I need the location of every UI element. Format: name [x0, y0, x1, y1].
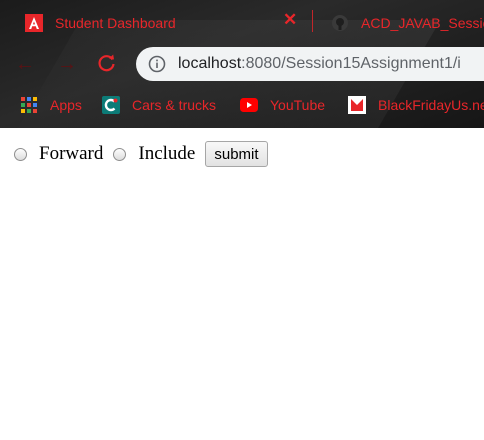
- bookmark-label: YouTube: [270, 97, 326, 113]
- address-bar[interactable]: localhost:8080/Session15Assignment1/i: [136, 47, 484, 81]
- tab-divider: [312, 10, 313, 32]
- option-form: Forward Include submit: [14, 140, 268, 168]
- bookmark-blackfriday[interactable]: BlackFridayUs.ne: [348, 95, 484, 115]
- include-label: Include: [138, 143, 196, 164]
- apps-grid-icon: [20, 96, 38, 114]
- bookmark-apps[interactable]: Apps: [20, 95, 82, 115]
- navigation-toolbar: ← → localhost:8080/Session15Assignment1/…: [0, 44, 484, 84]
- bookmarks-bar: Apps Cars & trucks YouTube BlackFridayUs…: [0, 90, 484, 120]
- back-arrow-icon[interactable]: ←: [14, 53, 36, 75]
- close-tab-icon[interactable]: ✕: [283, 11, 297, 29]
- bookmark-label: Cars & trucks: [132, 97, 217, 113]
- bookmark-label: Apps: [50, 97, 82, 113]
- blackfriday-icon: [348, 96, 366, 114]
- forward-arrow-icon[interactable]: →: [56, 53, 78, 75]
- page-content: Forward Include submit: [0, 128, 484, 440]
- angular-logo-icon: [25, 14, 43, 32]
- bookmark-cars-trucks[interactable]: Cars & trucks: [102, 95, 216, 115]
- github-icon: [331, 14, 349, 32]
- forward-label: Forward: [39, 143, 104, 164]
- info-icon[interactable]: [148, 55, 166, 73]
- reload-icon[interactable]: [96, 53, 118, 75]
- tab-acd-javab-session[interactable]: ACD_JAVAB_Session: [318, 6, 484, 40]
- bookmark-label: BlackFridayUs.ne: [378, 97, 484, 113]
- tab-strip: Student Dashboard ✕ ACD_JAVAB_Session: [0, 0, 484, 42]
- cars-trucks-icon: [102, 96, 120, 114]
- url-path: :8080/Session15Assignment1/i: [241, 55, 461, 72]
- tab-title: Student Dashboard: [55, 15, 176, 31]
- browser-chrome: Student Dashboard ✕ ACD_JAVAB_Session ← …: [0, 0, 484, 128]
- tab-student-dashboard[interactable]: Student Dashboard: [12, 6, 312, 40]
- bookmark-youtube[interactable]: YouTube: [240, 95, 325, 115]
- forward-radio[interactable]: [14, 147, 27, 161]
- include-radio[interactable]: [113, 147, 127, 161]
- youtube-icon: [240, 96, 258, 114]
- submit-button[interactable]: submit: [205, 141, 268, 167]
- url-host: localhost: [178, 55, 242, 72]
- tab-title: ACD_JAVAB_Session: [361, 15, 484, 31]
